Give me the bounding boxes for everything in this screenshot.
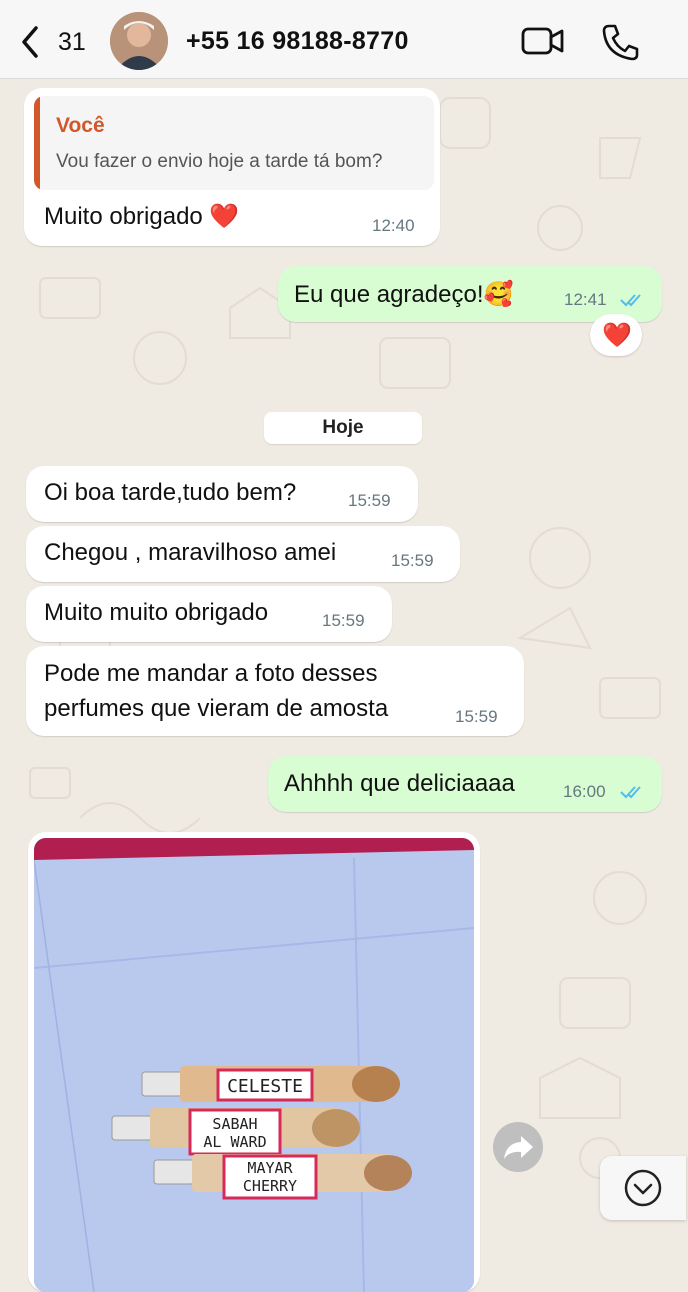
message-bubble-outgoing[interactable]: Eu que agradeço!🥰 12:41: [278, 266, 662, 322]
message-bubble-incoming[interactable]: Oi boa tarde,tudo bem? 15:59: [26, 466, 418, 522]
vial-label: SABAH: [212, 1115, 257, 1133]
quote-accent-bar: [34, 96, 40, 190]
message-text: Oi boa tarde,tudo bem?: [44, 479, 297, 506]
message-bubble-incoming[interactable]: Você Vou fazer o envio hoje a tarde tá b…: [24, 88, 440, 246]
scroll-to-bottom-button[interactable]: [600, 1156, 686, 1220]
message-text: Chegou , maravilhoso amei: [44, 539, 337, 566]
message-text: Muito obrigado ❤️: [44, 203, 240, 230]
date-divider: Hoje: [264, 412, 422, 444]
message-text-line: perfumes que vieram de amosta: [44, 695, 389, 722]
photo-message[interactable]: CELESTE SABAH AL WARD MAYAR CHERRY: [28, 832, 480, 1292]
message-bubble-outgoing[interactable]: Ahhhh que deliciaaaa 16:00: [268, 756, 662, 812]
photo-perfume-samples[interactable]: CELESTE SABAH AL WARD MAYAR CHERRY: [34, 838, 474, 1292]
vial-label: AL WARD: [203, 1133, 266, 1151]
phone-icon[interactable]: [600, 22, 640, 62]
chat-header: 31 +55 16 98188-8770: [0, 0, 688, 79]
message-bubble-incoming[interactable]: Chegou , maravilhoso amei 15:59: [26, 526, 460, 582]
contact-name[interactable]: +55 16 98188-8770: [186, 27, 409, 56]
chevron-left-icon[interactable]: [18, 22, 42, 62]
message-time: 15:59: [455, 707, 498, 726]
message-time: 15:59: [391, 551, 434, 570]
video-camera-icon[interactable]: [520, 24, 566, 58]
message-text: Ahhhh que deliciaaaa: [284, 770, 515, 797]
chevron-down-circle-icon: [624, 1169, 662, 1207]
message-text: Muito muito obrigado: [44, 599, 269, 626]
message-reaction[interactable]: ❤️: [590, 314, 642, 356]
vial-label: CHERRY: [243, 1177, 297, 1195]
message-time: 16:00: [563, 782, 606, 801]
unread-count[interactable]: 31: [58, 28, 86, 57]
message-text: Eu que agradeço!🥰: [294, 281, 514, 308]
forward-arrow-icon: [504, 1136, 533, 1159]
message-time: 12:41: [564, 290, 607, 309]
quoted-reply[interactable]: Você Vou fazer o envio hoje a tarde tá b…: [34, 96, 434, 190]
message-time: 12:40: [372, 216, 415, 235]
double-check-icon: [620, 786, 641, 799]
vial-label: CELESTE: [227, 1076, 303, 1097]
message-text-line: Pode me mandar a foto desses: [44, 660, 378, 687]
message-bubble-incoming[interactable]: Pode me mandar a foto desses perfumes qu…: [26, 646, 524, 736]
avatar[interactable]: [110, 12, 168, 70]
quote-author: Você: [56, 114, 105, 137]
quote-text: Vou fazer o envio hoje a tarde tá bom?: [56, 151, 383, 172]
vial-label: MAYAR: [247, 1159, 293, 1177]
heart-reaction-icon: ❤️: [602, 322, 632, 349]
double-check-icon: [620, 294, 641, 307]
message-time: 15:59: [348, 491, 391, 510]
forward-button[interactable]: [493, 1122, 543, 1172]
message-time: 15:59: [322, 611, 365, 630]
message-bubble-incoming[interactable]: Muito muito obrigado 15:59: [26, 586, 392, 642]
